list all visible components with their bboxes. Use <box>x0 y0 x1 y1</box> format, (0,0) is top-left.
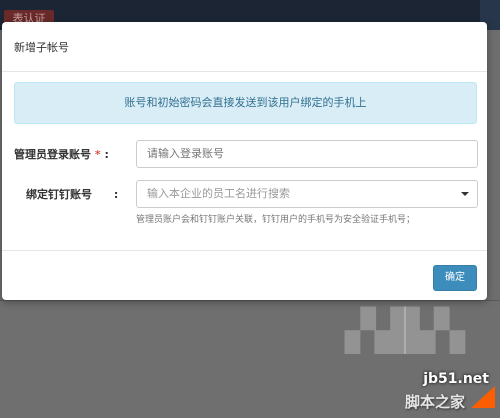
dingtalk-select-text: 输入本企业的员工名进行搜索 <box>147 187 290 200</box>
admin-login-label-text: 管理员登录账号 <box>14 148 91 161</box>
background-divider <box>0 300 500 301</box>
modal-footer-divider <box>2 250 487 251</box>
watermark-name: 脚本之家 <box>405 393 466 411</box>
modal-header: 新增子帐号 <box>2 22 487 72</box>
admin-login-label: 管理员登录账号 * : <box>14 146 109 162</box>
chevron-down-icon <box>461 192 469 196</box>
dingtalk-help-text: 管理员账户会和钉钉账户关联，钉钉用户的手机号为安全验证手机号； <box>136 215 416 225</box>
label-colon: : <box>104 148 109 161</box>
watermark-triangle-icon <box>471 386 495 408</box>
info-alert: 账号和初始密码会直接发送到该用户绑定的手机上 <box>14 82 477 124</box>
watermark-site: jb51.net <box>423 371 489 387</box>
watermark: ▞▟▙▚ jb51.net 脚本之家 <box>345 308 495 413</box>
dingtalk-account-select[interactable]: 输入本企业的员工名进行搜索 <box>136 180 478 208</box>
add-sub-account-modal: 新增子帐号 账号和初始密码会直接发送到该用户绑定的手机上 管理员登录账号 * :… <box>2 22 487 300</box>
watermark-logo-icon: ▞▟▙▚ <box>345 308 465 354</box>
required-mark: * <box>94 148 101 161</box>
modal-title: 新增子帐号 <box>14 40 69 54</box>
bind-dingtalk-label-text: 绑定钉钉账号 <box>26 188 92 201</box>
bind-dingtalk-label: 绑定钉钉账号 : <box>26 186 118 202</box>
admin-login-input[interactable] <box>136 140 478 168</box>
confirm-button[interactable]: 确定 <box>433 265 477 291</box>
label-colon: : <box>113 188 119 201</box>
